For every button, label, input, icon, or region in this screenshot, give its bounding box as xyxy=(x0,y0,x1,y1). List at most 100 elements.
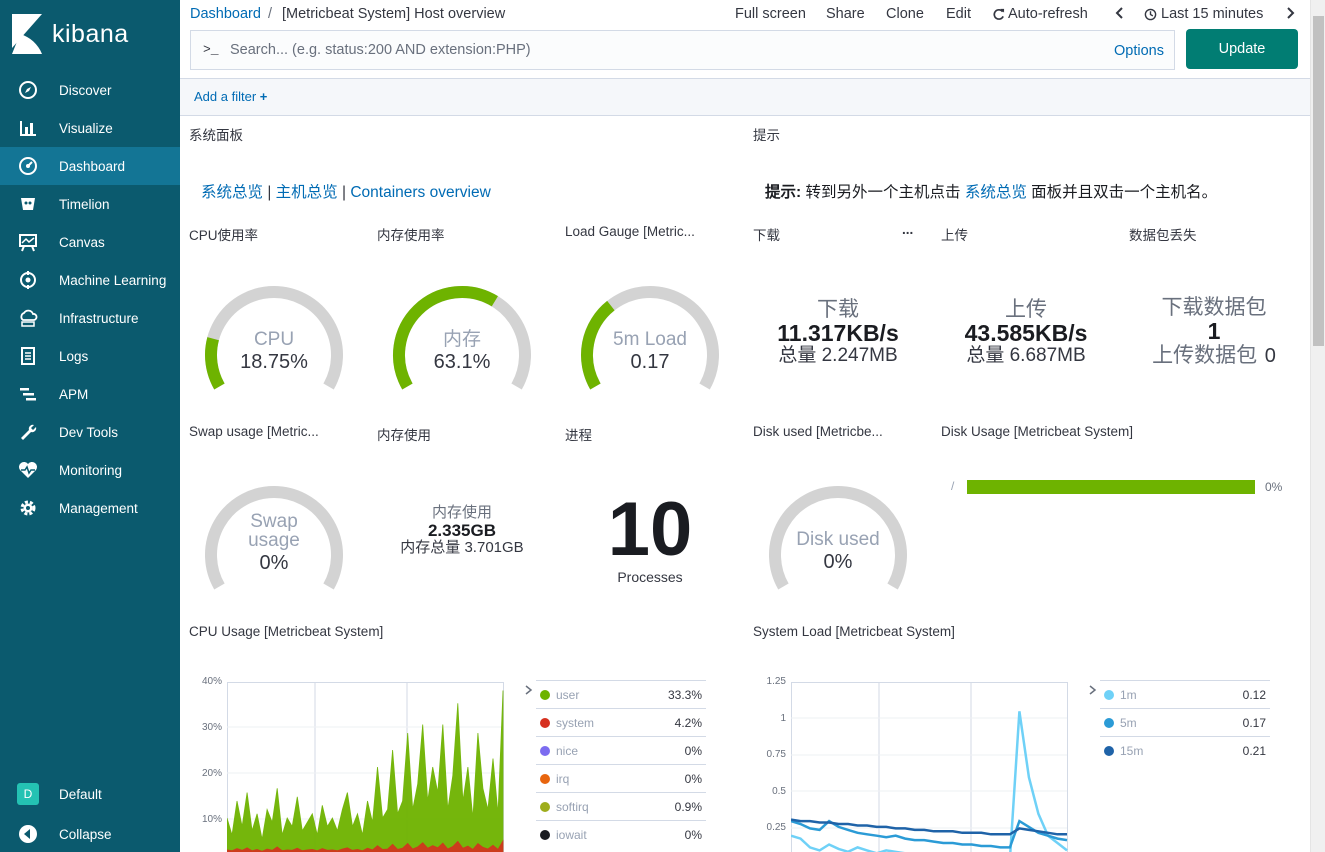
link-host-overview[interactable]: 主机总览 xyxy=(276,184,338,201)
load-gauge-value: 0.17 xyxy=(630,351,670,373)
filter-bar: Add a filter + xyxy=(180,78,1310,116)
search-input[interactable]: Search... (e.g. status:200 AND extension… xyxy=(230,42,531,58)
sidebar-item-monitoring[interactable]: Monitoring xyxy=(0,451,180,489)
collapse-icon xyxy=(17,823,39,845)
disk-usage-value: 0% xyxy=(1265,480,1283,494)
legend-item-user[interactable]: user 33.3% xyxy=(536,680,706,708)
cpu-gauge-name: CPU xyxy=(253,329,295,350)
legend-name: nice xyxy=(556,744,579,758)
y-tick-label: 1 xyxy=(780,712,786,724)
search-options-link[interactable]: Options xyxy=(1114,43,1164,59)
update-button[interactable]: Update xyxy=(1186,29,1298,69)
y-tick-label: 30% xyxy=(201,722,222,733)
sidebar-item-management[interactable]: Management xyxy=(0,489,180,527)
legend-item-iowait[interactable]: iowait 0% xyxy=(536,820,706,848)
space-selector[interactable]: D Default xyxy=(0,775,180,813)
load-gauge-name: 5m Load xyxy=(613,329,687,350)
panel-menu-icon[interactable]: ... xyxy=(902,222,913,237)
y-tick-label: 20% xyxy=(201,768,222,779)
disk-mount-label: / xyxy=(951,479,955,493)
disk-used-gauge-value: 0% xyxy=(823,551,853,573)
breadcrumb-separator: / xyxy=(268,6,273,22)
edit-button[interactable]: Edit xyxy=(946,6,971,22)
full-screen-button[interactable]: Full screen xyxy=(735,6,806,22)
auto-refresh-button[interactable]: Auto-refresh xyxy=(992,6,1088,22)
kibana-logo[interactable]: kibana xyxy=(12,14,129,54)
sidebar-item-discover[interactable]: Discover xyxy=(0,71,180,109)
legend-item-nice[interactable]: nice 0% xyxy=(536,736,706,764)
tip-text: 提示: 转到另外一个主机点击 系统总览 面板并且双击一个主机名。 xyxy=(765,180,1217,202)
panel-title-nav: 系统面板 xyxy=(189,128,243,143)
legend-item-softirq[interactable]: softirq 0.9% xyxy=(536,792,706,820)
time-picker[interactable]: Last 15 minutes xyxy=(1144,6,1263,22)
legend-name: softirq xyxy=(556,800,589,814)
swap-gauge-label: Swap usage 0% xyxy=(199,512,349,576)
wrench-icon xyxy=(17,421,39,443)
time-back-button[interactable] xyxy=(1114,6,1124,24)
sidebar-item-label: Canvas xyxy=(59,234,105,250)
sidebar-item-canvas[interactable]: Canvas xyxy=(0,223,180,261)
series-area-user xyxy=(227,690,504,852)
legend-item-1m[interactable]: 1m 0.12 xyxy=(1100,680,1270,708)
y-tick-label: 40% xyxy=(201,676,222,687)
legend-item-irq[interactable]: irq 0% xyxy=(536,764,706,792)
process-metric: 10 Processes xyxy=(565,490,735,585)
panel-title-system-load: System Load [Metricbeat System] xyxy=(753,624,955,639)
sidebar-item-logs[interactable]: Logs xyxy=(0,337,180,375)
sidebar-item-dashboard[interactable]: Dashboard xyxy=(0,147,180,185)
packets-metric: 下载数据包 1 上传数据包 0 xyxy=(1129,296,1299,367)
top-bar: Dashboard / [Metricbeat System] Host ove… xyxy=(180,0,1310,30)
chevron-right-icon xyxy=(1287,7,1295,19)
cpu-gauge-value: 18.75% xyxy=(240,351,308,373)
sidebar-item-label: Discover xyxy=(59,82,112,98)
apm-icon xyxy=(17,383,39,405)
sidebar-item-dev-tools[interactable]: Dev Tools xyxy=(0,413,180,451)
legend-value: 0% xyxy=(684,828,702,842)
scrollbar-thumb[interactable] xyxy=(1313,16,1324,346)
plus-icon: + xyxy=(259,89,268,104)
add-filter-button[interactable]: Add a filter + xyxy=(194,89,267,104)
sidebar-item-apm[interactable]: APM xyxy=(0,375,180,413)
sidebar-item-visualize[interactable]: Visualize xyxy=(0,109,180,147)
mem-use-metric: 内存使用 2.335GB 内存总量 3.701GB xyxy=(377,504,547,557)
sidebar-item-label: Logs xyxy=(59,348,89,364)
infrastructure-icon xyxy=(17,307,39,329)
legend-item-5m[interactable]: 5m 0.17 xyxy=(1100,708,1270,736)
load-legend-toggle[interactable] xyxy=(1088,684,1098,700)
legend-dot xyxy=(540,718,550,728)
legend-value: 0.17 xyxy=(1242,716,1266,730)
link-containers-overview[interactable]: Containers overview xyxy=(350,184,490,201)
clock-icon xyxy=(1144,8,1157,20)
collapse-button[interactable]: Collapse xyxy=(0,815,180,852)
legend-item-15m[interactable]: 15m 0.21 xyxy=(1100,736,1270,764)
panel-title-upload: 上传 xyxy=(941,228,968,243)
dashboard-icon xyxy=(17,155,39,177)
cpu-legend-toggle[interactable] xyxy=(524,684,534,700)
auto-refresh-label: Auto-refresh xyxy=(1008,6,1088,22)
share-button[interactable]: Share xyxy=(826,6,865,22)
tip-link-system-overview[interactable]: 系统总览 xyxy=(965,184,1027,201)
sidebar-item-label: Timelion xyxy=(59,196,110,212)
process-label: Processes xyxy=(617,569,683,585)
time-forward-button[interactable] xyxy=(1286,6,1296,24)
packets-sub-label: 上传数据包 xyxy=(1152,344,1258,368)
panel-title-download: 下载 xyxy=(753,228,780,243)
search-bar[interactable]: >_ Search... (e.g. status:200 AND extens… xyxy=(190,30,1175,70)
clone-button[interactable]: Clone xyxy=(886,6,924,22)
upload-total: 总量 6.687MB xyxy=(966,345,1086,367)
sidebar-item-machine-learning[interactable]: Machine Learning xyxy=(0,261,180,299)
cpu-usage-chart xyxy=(227,682,504,852)
panel-title-load: Load Gauge [Metric... xyxy=(565,224,695,239)
swap-gauge-value: 0% xyxy=(259,552,289,574)
link-system-overview[interactable]: 系统总览 xyxy=(201,184,263,201)
legend-value: 33.3% xyxy=(667,688,702,702)
sidebar-item-timelion[interactable]: Timelion xyxy=(0,185,180,223)
packets-sub-value: 0 xyxy=(1264,345,1276,368)
legend-name: 15m xyxy=(1120,744,1144,758)
sidebar-item-infrastructure[interactable]: Infrastructure xyxy=(0,299,180,337)
download-total: 总量 2.247MB xyxy=(778,345,898,367)
breadcrumb-dashboard[interactable]: Dashboard xyxy=(190,6,261,22)
legend-value: 0% xyxy=(684,744,702,758)
legend-item-system[interactable]: system 4.2% xyxy=(536,708,706,736)
page-scrollbar[interactable] xyxy=(1310,0,1325,852)
